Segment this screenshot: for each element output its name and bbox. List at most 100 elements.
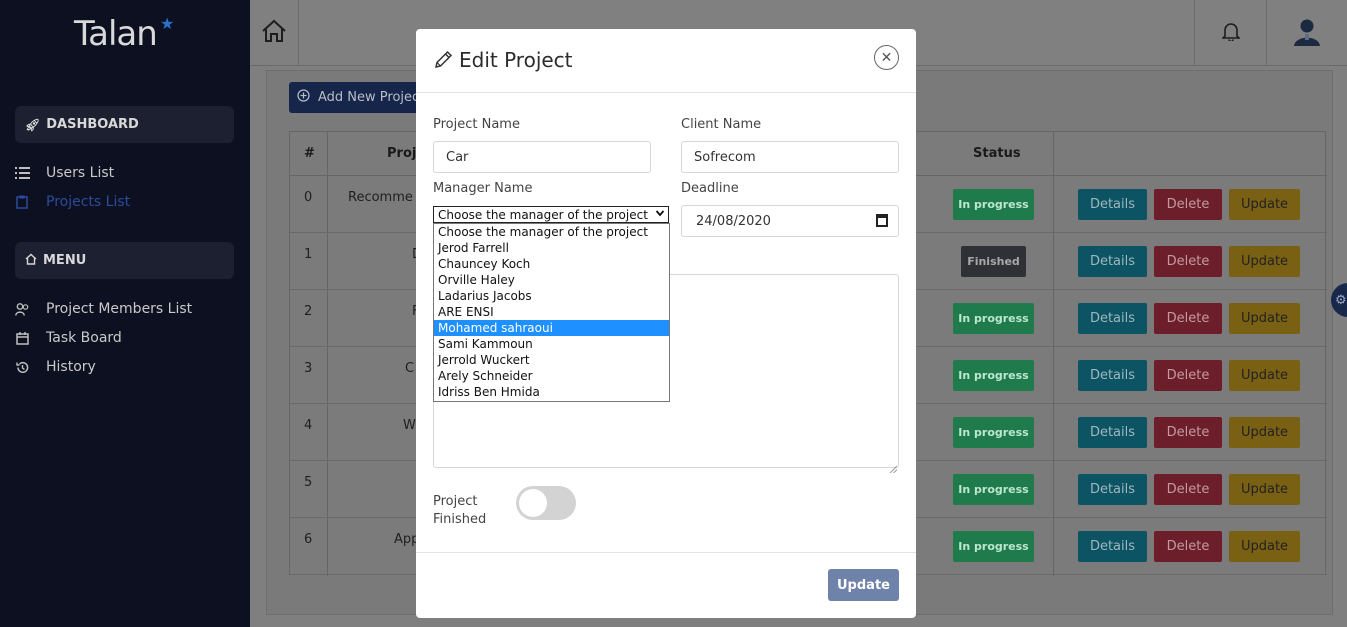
details-button[interactable]: Details xyxy=(1078,360,1147,391)
pencil-icon xyxy=(432,49,454,71)
bell-icon xyxy=(1220,21,1241,45)
dashboard-section[interactable]: 🚀︎ DASHBOARD xyxy=(15,106,234,143)
manager-dropdown-list[interactable]: Choose the manager of the project Jerod F… xyxy=(433,223,670,402)
row-number: 6 xyxy=(304,532,313,547)
sidebar-item-project-members[interactable]: Project Members List xyxy=(14,298,192,320)
project-name-field[interactable]: Car xyxy=(433,141,651,173)
sidebar-item-label: Projects List xyxy=(46,194,131,210)
close-icon: ✕ xyxy=(880,49,893,66)
delete-button[interactable]: Delete xyxy=(1154,189,1222,220)
home-icon xyxy=(261,18,287,48)
details-button[interactable]: Details xyxy=(1078,189,1147,220)
list-icon xyxy=(14,165,30,181)
update-button[interactable]: Update xyxy=(1229,303,1300,334)
clipboard-icon xyxy=(14,194,30,210)
row-number: 2 xyxy=(304,304,313,319)
details-button[interactable]: Details xyxy=(1078,246,1147,277)
modal-update-button[interactable]: Update xyxy=(828,569,899,601)
calendar-icon xyxy=(14,330,30,346)
sidebar-item-label: Users List xyxy=(46,165,115,181)
edit-project-modal: Edit Project ✕ Project Name Car Client N… xyxy=(416,29,916,618)
details-button[interactable]: Details xyxy=(1078,531,1147,562)
header-status: Status xyxy=(973,146,1021,161)
deadline-value: 24/08/2020 xyxy=(696,213,771,229)
sidebar: Talan ★ 🚀︎ DASHBOARD Users List Projects… xyxy=(0,0,250,627)
project-finished-label-2: Finished xyxy=(433,512,487,527)
deadline-field[interactable]: 24/08/2020 xyxy=(681,205,899,237)
header-project: Proj xyxy=(387,146,417,161)
manager-option[interactable]: Choose the manager of the project xyxy=(434,224,669,240)
close-button[interactable]: ✕ xyxy=(874,45,899,70)
status-badge: In progress xyxy=(953,474,1034,505)
status-badge: In progress xyxy=(953,360,1034,391)
modal-header: Edit Project ✕ xyxy=(416,29,916,93)
project-name-label: Project Name xyxy=(433,117,520,132)
client-name-value: Sofrecom xyxy=(694,149,756,165)
settings-tab[interactable]: ⚙ xyxy=(1331,283,1347,317)
update-button[interactable]: Update xyxy=(1229,246,1300,277)
notifications-button[interactable] xyxy=(1194,0,1267,66)
user-avatar-button[interactable] xyxy=(1267,0,1347,66)
row-number: 1 xyxy=(304,247,313,262)
details-button[interactable]: Details xyxy=(1078,303,1147,334)
update-button[interactable]: Update xyxy=(1229,474,1300,505)
rocket-icon: 🚀︎ xyxy=(25,117,41,132)
sidebar-item-projects-list[interactable]: Projects List xyxy=(14,191,130,213)
delete-button[interactable]: Delete xyxy=(1154,246,1222,277)
status-badge: In progress xyxy=(953,303,1034,334)
menu-section[interactable]: MENU xyxy=(15,242,234,279)
row-project-name: C xyxy=(405,361,415,376)
manager-option[interactable]: ARE ENSI xyxy=(434,304,669,320)
manager-select[interactable]: Choose the manager of the project xyxy=(433,206,669,223)
manager-option[interactable]: Sami Kammoun xyxy=(434,336,669,352)
users-icon xyxy=(14,301,30,317)
delete-button[interactable]: Delete xyxy=(1154,474,1222,505)
logo-text: Talan xyxy=(74,14,158,54)
home-button[interactable] xyxy=(250,0,299,66)
update-button[interactable]: Update xyxy=(1229,189,1300,220)
row-project-name: Recomme xyxy=(348,190,413,205)
update-button[interactable]: Update xyxy=(1229,417,1300,448)
delete-button[interactable]: Delete xyxy=(1154,531,1222,562)
sidebar-item-users-list[interactable]: Users List xyxy=(14,162,114,184)
resize-grip-icon[interactable] xyxy=(889,458,898,474)
manager-option[interactable]: Arely Schneider xyxy=(434,368,669,384)
plus-circle-icon xyxy=(297,89,310,106)
row-number: 0 xyxy=(304,190,313,205)
dashboard-label: DASHBOARD xyxy=(46,117,139,132)
manager-option[interactable]: Jerod Farrell xyxy=(434,240,669,256)
manager-option[interactable]: Chauncey Koch xyxy=(434,256,669,272)
details-button[interactable]: Details xyxy=(1078,417,1147,448)
gear-icon: ⚙ xyxy=(1335,292,1347,308)
menu-label: MENU xyxy=(43,253,87,268)
status-badge: Finished xyxy=(961,246,1026,277)
manager-option[interactable]: Orville Haley xyxy=(434,272,669,288)
modal-footer-divider xyxy=(416,552,916,553)
client-name-field[interactable]: Sofrecom xyxy=(681,141,899,173)
calendar-icon[interactable] xyxy=(876,214,888,227)
delete-button[interactable]: Delete xyxy=(1154,303,1222,334)
row-number: 5 xyxy=(304,475,313,490)
header-number: # xyxy=(304,146,315,161)
avatar xyxy=(1292,16,1322,50)
update-button[interactable]: Update xyxy=(1229,531,1300,562)
delete-button[interactable]: Delete xyxy=(1154,417,1222,448)
manager-option[interactable]: Mohamed sahraoui xyxy=(434,320,669,336)
project-finished-toggle[interactable] xyxy=(516,486,576,520)
row-number: 4 xyxy=(304,418,313,433)
manager-option[interactable]: Jerrold Wuckert xyxy=(434,352,669,368)
update-button[interactable]: Update xyxy=(1229,360,1300,391)
delete-button[interactable]: Delete xyxy=(1154,360,1222,391)
details-button[interactable]: Details xyxy=(1078,474,1147,505)
talan-logo[interactable]: Talan ★ xyxy=(74,14,184,58)
manager-option[interactable]: Idriss Ben Hmida xyxy=(434,384,669,400)
status-badge: In progress xyxy=(953,417,1034,448)
sidebar-item-label: History xyxy=(46,359,96,375)
modal-title: Edit Project xyxy=(459,48,573,72)
star-icon: ★ xyxy=(160,14,175,33)
sidebar-item-task-board[interactable]: Task Board xyxy=(14,327,122,349)
client-name-label: Client Name xyxy=(681,117,762,132)
sidebar-item-history[interactable]: History xyxy=(14,356,96,378)
manager-option[interactable]: Ladarius Jacobs xyxy=(434,288,669,304)
project-name-value: Car xyxy=(446,149,469,165)
